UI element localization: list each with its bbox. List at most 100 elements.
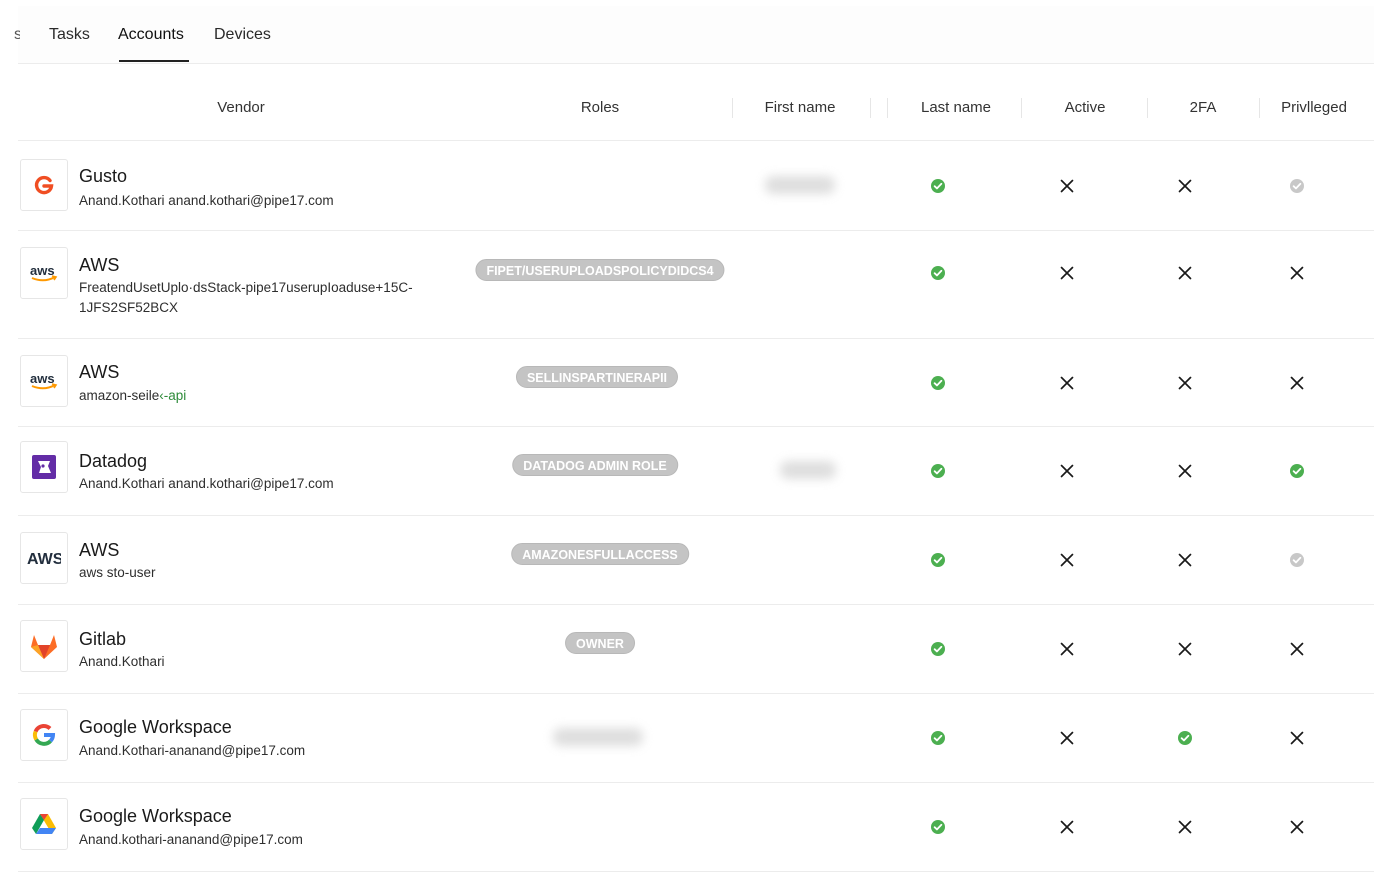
account-identifier: Anand.Kothari xyxy=(79,652,439,672)
vendor-name: Gitlab xyxy=(79,629,127,649)
active-x-icon xyxy=(1058,177,1076,195)
last-name-check-icon xyxy=(929,640,947,658)
active-x-icon xyxy=(1058,374,1076,392)
column-privileged[interactable]: Privlleged xyxy=(1281,99,1347,116)
table-row[interactable]: Gusto Anand.Kothari anand.kothari@pipe17.… xyxy=(18,141,1374,231)
role-badge: DATADOG ADMIN ROLE xyxy=(512,454,678,476)
tab-accounts[interactable]: Accounts xyxy=(118,26,184,44)
google-drive-logo xyxy=(20,798,68,850)
twofa-check-icon xyxy=(1176,729,1194,747)
active-x-icon xyxy=(1058,818,1076,836)
vendor-name: AWS xyxy=(79,362,120,382)
active-x-icon xyxy=(1058,640,1076,658)
privileged-x-icon xyxy=(1288,264,1306,282)
last-name-check-icon xyxy=(929,729,947,747)
privileged-x-icon xyxy=(1288,640,1306,658)
active-tab-indicator xyxy=(119,60,189,62)
datadog-logo xyxy=(20,441,68,493)
account-id: Anand.kothari-ananand@pipe17.com xyxy=(79,832,303,847)
privileged-x-icon xyxy=(1288,729,1306,747)
tab-overflow[interactable]: s xyxy=(14,26,20,44)
account-identifier: aws sto-user xyxy=(79,563,439,583)
vendor-name: AWS xyxy=(79,255,120,275)
column-divider xyxy=(1021,98,1022,118)
account-identifier: FreatendUsetUplo·dsStack-pipe17userupIoa… xyxy=(79,278,439,318)
account-id-suffix: ‹-api xyxy=(159,388,187,403)
column-divider xyxy=(1147,98,1148,118)
account-identifier: Anand.Kothari-ananand@pipe17.com xyxy=(79,741,439,761)
privileged-grey-check-icon xyxy=(1288,177,1306,195)
column-roles[interactable]: Roles xyxy=(581,99,619,116)
aws-logo: aws xyxy=(20,355,68,407)
table-row[interactable]: Datadog Anand.Kothari anand.kothari@pipe1… xyxy=(18,427,1374,516)
twofa-x-icon xyxy=(1176,551,1194,569)
twofa-x-icon xyxy=(1176,818,1194,836)
gusto-logo xyxy=(20,159,68,211)
aws-logo: aws xyxy=(20,247,68,299)
column-divider xyxy=(887,98,888,118)
tab-tasks[interactable]: Tasks xyxy=(49,26,90,44)
vendor-name: Google Workspace xyxy=(79,717,232,737)
account-id: Anand.Kothari anand.kothari@pipe17.com xyxy=(79,193,334,208)
active-x-icon xyxy=(1058,264,1076,282)
privileged-x-icon xyxy=(1288,818,1306,836)
vendor-name: Datadog xyxy=(79,451,148,471)
privileged-x-icon xyxy=(1288,374,1306,392)
twofa-x-icon xyxy=(1176,374,1194,392)
table-row[interactable]: Google Workspace Anand.Kothari-ananand@pi… xyxy=(18,694,1374,783)
account-id: amazon-seile xyxy=(79,388,160,403)
account-id: Anand.Kothari-ananand@pipe17.com xyxy=(79,743,306,758)
active-x-icon xyxy=(1058,551,1076,569)
tab-devices[interactable]: Devices xyxy=(214,26,271,44)
privileged-grey-check-icon xyxy=(1288,551,1306,569)
twofa-x-icon xyxy=(1176,462,1194,480)
account-id: Anand.Kothari anand.kothari@pipe17.com xyxy=(79,476,334,491)
table-row[interactable]: Gitlab Anand.Kothari OWNER xyxy=(18,605,1374,694)
vendor-name: Gusto xyxy=(79,166,128,186)
role-badge: FIPET/USERUPLOADSPOLICYDIDCS4 xyxy=(475,259,725,281)
privileged-check-icon xyxy=(1288,462,1306,480)
vendor-name: AWS xyxy=(79,540,120,560)
account-id: aws sto-user xyxy=(79,565,156,580)
table-header: Vendor Roles First name Last name Active… xyxy=(18,64,1374,141)
column-divider xyxy=(870,98,871,118)
aws-bold-logo: AWS xyxy=(20,532,68,584)
column-first-name[interactable]: First name xyxy=(765,99,836,116)
role-badge: AMAZONESFULLACCESS xyxy=(511,543,689,565)
active-x-icon xyxy=(1058,729,1076,747)
role-badge: OWNER xyxy=(565,632,635,654)
last-name-check-icon xyxy=(929,818,947,836)
column-divider xyxy=(1259,98,1260,118)
redacted-value xyxy=(553,728,643,746)
last-name-check-icon xyxy=(929,177,947,195)
google-logo xyxy=(20,709,68,761)
column-vendor[interactable]: Vendor xyxy=(217,99,265,116)
svg-text:aws: aws xyxy=(30,263,55,278)
column-active[interactable]: Active xyxy=(1065,99,1106,116)
redacted-value xyxy=(765,175,835,194)
column-2fa[interactable]: 2FA xyxy=(1190,99,1217,116)
table-row[interactable]: AWS AWS aws sto-user AMAZONESFULLACCESS xyxy=(18,516,1374,605)
svg-text:aws: aws xyxy=(30,371,55,386)
redacted-value xyxy=(780,461,836,479)
column-last-name[interactable]: Last name xyxy=(921,99,991,116)
twofa-x-icon xyxy=(1176,177,1194,195)
last-name-check-icon xyxy=(929,462,947,480)
account-identifier: amazon-seile‹-api xyxy=(79,386,439,406)
account-identifier: Anand.Kothari anand.kothari@pipe17.com xyxy=(79,474,439,494)
account-id: FreatendUsetUplo·dsStack-pipe17userupIoa… xyxy=(79,280,413,315)
column-divider xyxy=(732,98,733,118)
vendor-name: Google Workspace xyxy=(79,806,232,826)
table-row[interactable]: Google Workspace Anand.kothari-ananand@pi… xyxy=(18,783,1374,872)
twofa-x-icon xyxy=(1176,640,1194,658)
active-x-icon xyxy=(1058,462,1076,480)
tab-bar: s Tasks Accounts Devices xyxy=(14,6,1374,64)
account-identifier: Anand.kothari-ananand@pipe17.com xyxy=(79,830,439,850)
account-id: Anand.Kothari xyxy=(79,654,165,669)
account-identifier: Anand.Kothari anand.kothari@pipe17.com xyxy=(79,191,439,211)
last-name-check-icon xyxy=(929,264,947,282)
table-row[interactable]: aws AWS amazon-seile‹-api SELLINSPARTINERAP… xyxy=(18,339,1374,427)
twofa-x-icon xyxy=(1176,264,1194,282)
gitlab-logo xyxy=(20,620,68,672)
table-row[interactable]: aws AWS FreatendUsetUplo·dsStack-pipe17use… xyxy=(18,231,1374,339)
